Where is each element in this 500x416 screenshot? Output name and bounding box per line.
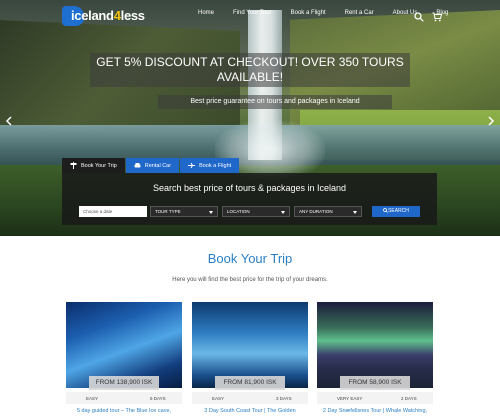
chevron-down-icon <box>209 211 213 214</box>
price-guarantee-banner: Best price guarantee on tours and packag… <box>158 95 392 109</box>
tour-duration: 2 DAYS <box>401 396 417 401</box>
tour-price: FROM 138,900 ISK <box>89 376 159 390</box>
tab-book-a-flight[interactable]: Book a Flight <box>180 158 240 173</box>
tour-price: FROM 81,900 ISK <box>215 376 285 390</box>
tour-type-value: TOUR TYPE <box>155 209 181 214</box>
tab-rental-car[interactable]: Rental Car <box>125 158 180 173</box>
tab-book-your-trip[interactable]: Book Your Trip <box>62 158 125 173</box>
chevron-down-icon <box>353 211 357 214</box>
tour-card[interactable]: FROM 58,900 ISK VERY EASY 2 DAYS 2 Day S… <box>317 302 433 416</box>
tour-card[interactable]: FROM 81,900 ISK EASY 3 DAYS 3 Day South … <box>192 302 308 416</box>
airplane-icon <box>188 162 196 169</box>
tour-duration: 3 DAYS <box>276 396 292 401</box>
tab-label: Book Your Trip <box>81 162 117 169</box>
tab-label: Rental Car <box>144 162 172 169</box>
tour-title-link[interactable]: 3 Day South Coast Tour | The Golden <box>192 408 308 414</box>
search-icon[interactable] <box>414 9 426 22</box>
top-navigation: iceland4less Home Find Your Tour Book a … <box>0 0 500 32</box>
promo-banner: GET 5% DISCOUNT AT CHECKOUT! OVER 350 TO… <box>90 53 410 87</box>
tour-price: FROM 58,900 ISK <box>340 376 410 390</box>
nav-link-rent-a-car[interactable]: Rent a Car <box>345 10 374 22</box>
location-value: LOCATION <box>227 209 250 214</box>
search-title: Search best price of tours & packages in… <box>152 183 347 193</box>
date-input[interactable]: Choose a date <box>79 206 147 217</box>
tour-meta: VERY EASY 2 DAYS <box>317 392 433 404</box>
promo-line-1: GET 5% DISCOUNT AT CHECKOUT! OVER 350 TO… <box>96 55 404 69</box>
tour-difficulty: EASY <box>86 396 99 401</box>
signpost-icon <box>70 162 77 169</box>
tour-difficulty: VERY EASY <box>337 396 363 401</box>
tour-duration: 5 DAYS <box>150 396 166 401</box>
search-panel: Search best price of tours & packages in… <box>62 173 437 225</box>
cart-icon[interactable] <box>432 9 444 22</box>
slider-prev-arrow-icon[interactable] <box>5 113 13 126</box>
duration-select[interactable]: ANY DURATION <box>294 206 362 217</box>
tab-label: Book a Flight <box>199 162 232 169</box>
search-button-label: SEARCH <box>388 208 409 214</box>
tour-meta: EASY 5 DAYS <box>66 392 182 404</box>
section-title: Book Your Trip <box>207 251 293 266</box>
nav-icons <box>414 9 450 22</box>
slider-next-arrow-icon[interactable] <box>487 113 495 126</box>
location-select[interactable]: LOCATION <box>222 206 290 217</box>
section-subtitle: Here you will find the best price for th… <box>172 277 328 283</box>
tour-title-link[interactable]: 2 Day Snæfellsnes Tour | Whale Watching, <box>317 408 433 414</box>
nav-link-home[interactable]: Home <box>198 10 214 22</box>
nav-link-book-a-flight[interactable]: Book a Flight <box>291 10 326 22</box>
tour-type-select[interactable]: TOUR TYPE <box>150 206 218 217</box>
search-tabs: Book Your Trip Rental Car Book a Flight <box>62 158 240 173</box>
site-logo[interactable]: iceland4less <box>62 5 145 27</box>
promo-line-2: AVAILABLE! <box>216 70 284 84</box>
tour-card[interactable]: FROM 138,900 ISK EASY 5 DAYS 5 day guide… <box>66 302 182 416</box>
search-button[interactable]: SEARCH <box>372 206 420 217</box>
car-icon <box>134 162 141 169</box>
tour-title-link[interactable]: 5 day guided tour – The Blue Ice cave, <box>66 408 182 414</box>
chevron-down-icon <box>281 211 285 214</box>
nav-link-find-your-tour[interactable]: Find Your Tour <box>233 10 272 22</box>
tour-difficulty: EASY <box>212 396 225 401</box>
duration-value: ANY DURATION <box>299 209 333 214</box>
tour-meta: EASY 3 DAYS <box>192 392 308 404</box>
logo-text: iceland4less <box>71 8 145 23</box>
